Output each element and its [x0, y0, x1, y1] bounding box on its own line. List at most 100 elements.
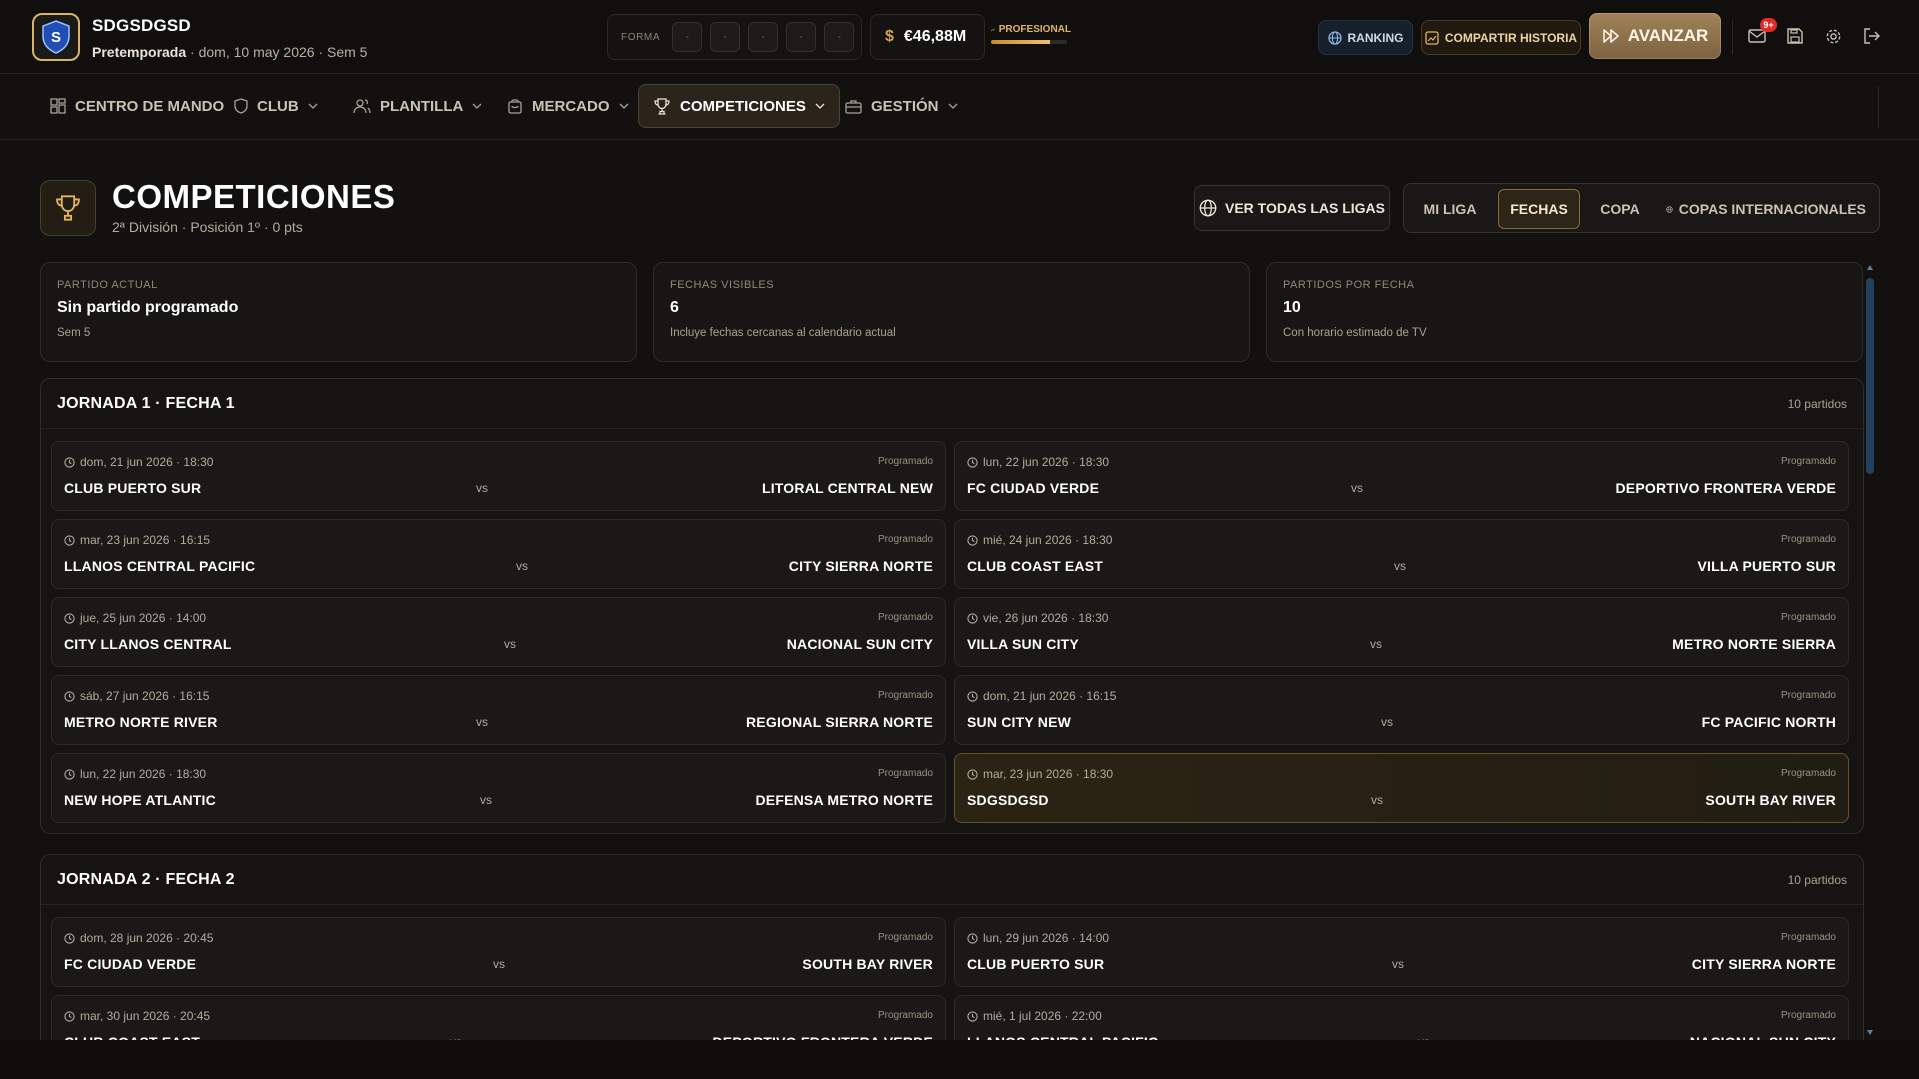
match-card-own-team[interactable]: mar, 23 jun 2026 · 18:30 Programado SDGSDG…: [954, 753, 1849, 823]
clock-icon: [64, 1010, 75, 1022]
nav-competiciones[interactable]: COMPETICIONES: [638, 84, 840, 128]
away-team: CITY SIERRA NORTE: [788, 558, 933, 574]
round-title: JORNADA 2 · FECHA 2: [57, 870, 235, 888]
main-nav: CENTRO DE MANDO CLUB PLANTILLA MERCADO C…: [0, 74, 1919, 140]
advance-button[interactable]: AVANZAR: [1589, 13, 1721, 59]
clock-icon: [967, 1010, 978, 1022]
match-card[interactable]: dom, 28 jun 2026 · 20:45 Programado FC CIU…: [51, 917, 946, 987]
form-result: -: [748, 22, 779, 52]
home-team: LLANOS CENTRAL PACIFIC: [64, 558, 256, 574]
clock-icon: [967, 690, 978, 702]
stat-value: 6: [670, 299, 679, 316]
home-team: CLUB COAST EAST: [967, 558, 1103, 574]
top-bar: S SDGSDGSD Pretemporada · dom, 10 may 20…: [0, 0, 1919, 74]
scroll-up-arrow[interactable]: [1867, 265, 1873, 270]
match-date-text: mié, 1 jul 2026 · 22:00: [983, 1009, 1102, 1023]
versus-label: vs: [476, 481, 488, 495]
tab-fechas[interactable]: FECHAS: [1498, 189, 1580, 229]
budget-display: $ €46,88M: [870, 14, 985, 60]
match-status: Programado: [877, 534, 933, 545]
away-team: FC PACIFIC NORTH: [1701, 714, 1836, 730]
match-datetime: lun, 29 jun 2026 · 14:00: [967, 931, 1109, 945]
level-label: PROFESIONAL: [998, 24, 1071, 35]
clock-icon: [64, 932, 75, 944]
match-datetime: vie, 26 jun 2026 · 18:30: [967, 611, 1108, 625]
tab-copas-internacionales[interactable]: COPAS INTERNACIONALES: [1666, 189, 1866, 229]
match-card[interactable]: dom, 21 jun 2026 · 18:30 Programado CLUB P…: [51, 441, 946, 511]
level-indicator: PROFESIONAL: [991, 24, 1071, 44]
tab-copa[interactable]: COPA: [1588, 189, 1652, 229]
stat-card-current-match: PARTIDO ACTUAL Sin partido programado Se…: [40, 262, 637, 362]
page-subtitle: 2ª División · Posición 1º · 0 pts: [112, 219, 303, 235]
match-status: Programado: [877, 690, 933, 701]
home-team: CLUB PUERTO SUR: [64, 480, 202, 496]
match-status: Programado: [1780, 1010, 1836, 1021]
match-card[interactable]: lun, 22 jun 2026 · 18:30 Programado FC CIU…: [954, 441, 1849, 511]
ranking-button[interactable]: RANKING: [1318, 20, 1413, 55]
scroll-down-arrow[interactable]: [1867, 1030, 1873, 1035]
match-card[interactable]: mié, 1 jul 2026 · 22:00ProgramadoLLANOS …: [954, 995, 1849, 1040]
match-card[interactable]: mié, 24 jun 2026 · 18:30 Programado CLUB C…: [954, 519, 1849, 589]
share-story-button[interactable]: COMPARTIR HISTORIA: [1421, 20, 1581, 55]
tab-label: COPAS INTERNACIONALES: [1678, 201, 1866, 217]
versus-label: vs: [1392, 957, 1404, 971]
nav-label: MERCADO: [532, 97, 610, 115]
away-team: CITY SIERRA NORTE: [1691, 956, 1836, 972]
save-icon[interactable]: [1784, 25, 1806, 47]
ranking-label: RANKING: [1347, 30, 1404, 45]
nav-mercado[interactable]: MERCADO: [493, 84, 643, 128]
scroll-thumb[interactable]: [1866, 278, 1874, 474]
stat-label: FECHAS VISIBLES: [670, 279, 775, 291]
round-header: JORNADA 1 · FECHA 1 10 partidos: [41, 379, 1863, 429]
fixtures-list[interactable]: JORNADA 1 · FECHA 1 10 partidos dom, 21 ju…: [40, 378, 1864, 1040]
versus-label: vs: [504, 637, 516, 651]
club-logo[interactable]: S: [32, 13, 80, 61]
match-card[interactable]: sáb, 27 jun 2026 · 16:15 Programado METRO …: [51, 675, 946, 745]
tab-mi-liga[interactable]: MI LIGA: [1412, 189, 1488, 229]
match-datetime: mar, 23 jun 2026 · 18:30: [967, 767, 1113, 781]
nav-label: GESTIÓN: [871, 97, 939, 115]
gear-icon[interactable]: [1822, 25, 1844, 47]
match-card[interactable]: vie, 26 jun 2026 · 18:30 Programado VILLA …: [954, 597, 1849, 667]
round-match-count: 10 partidos: [1787, 872, 1847, 887]
nav-centro-de-mando[interactable]: CENTRO DE MANDO: [36, 84, 238, 128]
logout-icon[interactable]: [1860, 25, 1882, 47]
toolbar-divider: [1732, 20, 1733, 54]
away-team: NACIONAL SUN CITY: [786, 636, 933, 652]
home-team: CLUB PUERTO SUR: [967, 956, 1105, 972]
match-card[interactable]: dom, 21 jun 2026 · 16:15 Programado SUN CI…: [954, 675, 1849, 745]
match-card[interactable]: jue, 25 jun 2026 · 14:00 Programado CITY L…: [51, 597, 946, 667]
match-datetime: mar, 30 jun 2026 · 20:45: [64, 1009, 210, 1023]
nav-label: COMPETICIONES: [680, 97, 806, 115]
globe-icon: [1199, 199, 1217, 217]
stat-card-visible-dates: FECHAS VISIBLES 6 Incluye fechas cercana…: [653, 262, 1250, 362]
form-result: -: [710, 22, 741, 52]
home-team: NEW HOPE ATLANTIC: [64, 792, 216, 808]
date-week: · dom, 10 may 2026 · Sem 5: [190, 44, 368, 60]
nav-gestion[interactable]: GESTIÓN: [831, 84, 972, 128]
match-card[interactable]: lun, 29 jun 2026 · 14:00 Programado CLUB P…: [954, 917, 1849, 987]
budget-amount: €46,88M: [903, 28, 967, 45]
nav-club[interactable]: CLUB: [220, 84, 332, 128]
form-label: FORMA: [621, 31, 661, 43]
match-card[interactable]: mar, 23 jun 2026 · 16:15 Programado LLANOS…: [51, 519, 946, 589]
versus-label: vs: [1381, 715, 1393, 729]
match-card[interactable]: lun, 22 jun 2026 · 18:30 Programado NEW HO…: [51, 753, 946, 823]
match-card[interactable]: mar, 30 jun 2026 · 20:45ProgramadoCLUB C…: [51, 995, 946, 1040]
nav-label: CENTRO DE MANDO: [75, 97, 225, 115]
match-datetime: mar, 23 jun 2026 · 16:15: [64, 533, 210, 547]
clock-icon: [64, 612, 75, 624]
chevron-down-icon: [948, 103, 957, 109]
view-all-leagues-button[interactable]: VER TODAS LAS LIGAS: [1194, 185, 1390, 231]
match-status: Programado: [1780, 456, 1836, 467]
match-datetime: mié, 24 jun 2026 · 18:30: [967, 533, 1112, 547]
level-progress-bar: [991, 40, 1067, 44]
match-date-text: vie, 26 jun 2026 · 18:30: [983, 611, 1109, 625]
season-info: Pretemporada · dom, 10 may 2026 · Sem 5: [92, 44, 367, 60]
versus-label: vs: [516, 559, 528, 573]
scrollbar[interactable]: [1864, 262, 1876, 1040]
form-result: -: [786, 22, 817, 52]
page-icon: [40, 180, 96, 236]
stat-value: 10: [1283, 299, 1301, 316]
nav-plantilla[interactable]: PLANTILLA: [339, 84, 496, 128]
